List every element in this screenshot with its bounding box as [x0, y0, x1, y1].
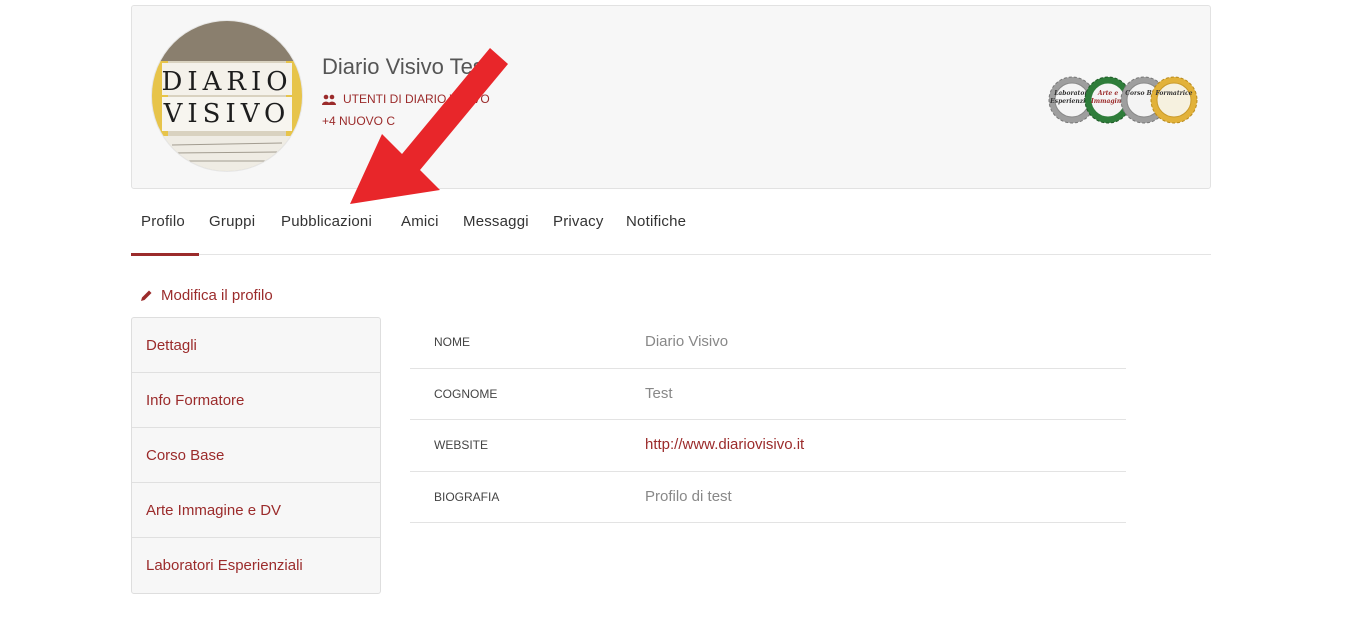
detail-label: WEBSITE: [434, 438, 489, 452]
edit-profile-label: Modifica il profilo: [161, 287, 273, 304]
detail-label: COGNOME: [434, 386, 498, 401]
pencil-icon: [141, 290, 152, 301]
avatar-text-line1: DIARIO: [161, 67, 293, 97]
profile-group[interactable]: UTENTI DI DIARIO VISIVO: [322, 92, 490, 106]
side-item-arte-immagine[interactable]: Arte Immagine e DV: [132, 483, 380, 538]
side-item-corso-base[interactable]: Corso Base: [132, 428, 380, 483]
detail-row-cognome: COGNOME Test: [410, 369, 1126, 420]
side-item-laboratori[interactable]: Laboratori Esperienziali: [132, 538, 380, 593]
detail-row-biografia: BIOGRAFIA Profilo di test: [410, 472, 1126, 523]
tab-amici[interactable]: Amici: [401, 213, 439, 230]
side-item-info-formatore[interactable]: Info Formatore: [132, 373, 380, 428]
profile-group-label: UTENTI DI DIARIO VISIVO: [343, 92, 490, 106]
badge-formatrice[interactable]: Formatrice: [1150, 76, 1198, 124]
gear-badge-icon: [1150, 76, 1198, 124]
tab-messaggi[interactable]: Messaggi: [463, 213, 529, 230]
tab-notifiche[interactable]: Notifiche: [626, 213, 686, 230]
tab-profilo[interactable]: Profilo: [141, 213, 185, 230]
tab-active-indicator: [131, 253, 199, 256]
detail-row-website: WEBSITE http://www.diariovisivo.it: [410, 420, 1126, 472]
avatar[interactable]: DIARIO VISIVO: [152, 21, 302, 171]
profile-details-table: NOME Diario Visivo COGNOME Test WEBSITE …: [410, 317, 1126, 523]
edit-profile-link[interactable]: Modifica il profilo: [140, 287, 273, 304]
badge-label: Formatrice: [1155, 90, 1193, 97]
tab-gruppi[interactable]: Gruppi: [209, 213, 255, 230]
profile-side-menu: Dettagli Info Formatore Corso Base Arte …: [131, 317, 381, 594]
side-item-dettagli[interactable]: Dettagli: [132, 318, 380, 373]
profile-tabs: Profilo Gruppi Pubblicazioni Amici Messa…: [131, 195, 1211, 256]
detail-value: Test: [645, 384, 673, 402]
detail-value: Diario Visivo: [645, 333, 729, 350]
detail-row-nome: NOME Diario Visivo: [410, 317, 1126, 369]
detail-label: NOME: [434, 335, 470, 349]
badges-row: Laboratori Esperienziali Arte e Immagine…: [1048, 76, 1198, 126]
profile-new-count[interactable]: +4 NUOVO C: [322, 114, 395, 128]
tab-pubblicazioni[interactable]: Pubblicazioni: [281, 213, 372, 230]
profile-name[interactable]: Diario Visivo Test: [322, 54, 490, 80]
detail-value: Profilo di test: [645, 487, 732, 505]
profile-header-card: DIARIO VISIVO Diario Visivo Test UTENTI …: [131, 5, 1211, 189]
website-link[interactable]: http://www.diariovisivo.it: [645, 436, 804, 453]
tab-privacy[interactable]: Privacy: [553, 213, 604, 230]
detail-label: BIOGRAFIA: [434, 489, 500, 504]
users-icon: [322, 94, 336, 105]
avatar-text-line2: VISIVO: [163, 99, 291, 129]
